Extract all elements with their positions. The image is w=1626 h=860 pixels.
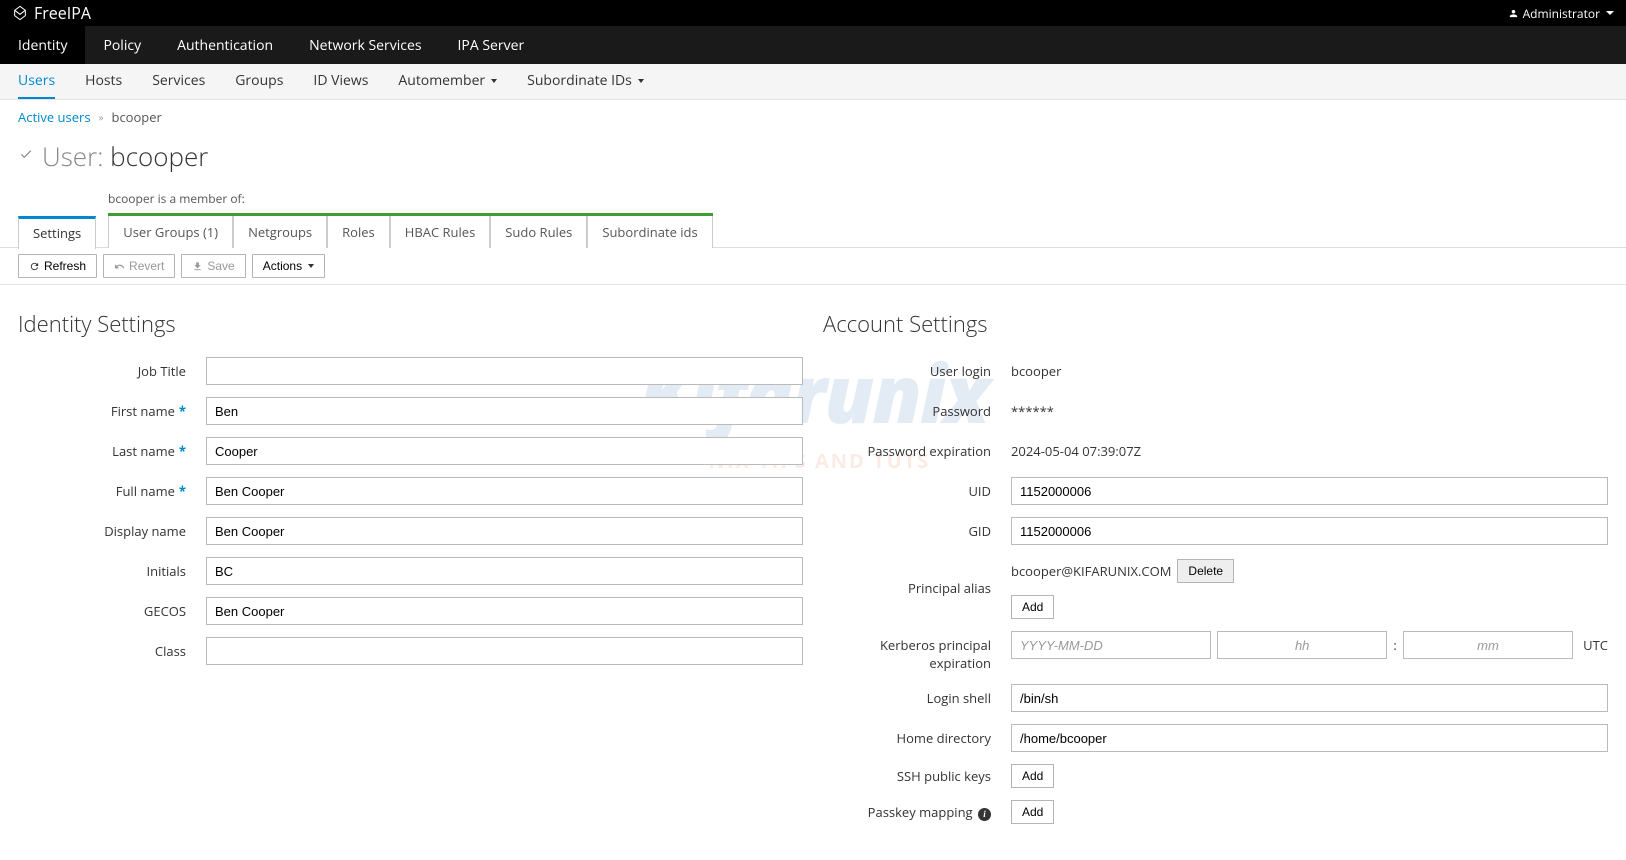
tab-subordinate-ids[interactable]: Subordinate ids bbox=[587, 216, 712, 248]
nav-policy[interactable]: Policy bbox=[85, 26, 159, 64]
subnav-subordinate-ids[interactable]: Subordinate IDs bbox=[527, 64, 644, 99]
utc-label: UTC bbox=[1583, 636, 1608, 654]
main-nav: Identity Policy Authentication Network S… bbox=[0, 26, 1626, 64]
principal-alias-value: bcooper@KIFARUNIX.COM bbox=[1011, 557, 1171, 585]
page-title: User: bcooper bbox=[0, 134, 1626, 188]
ssh-keys-label: SSH public keys bbox=[823, 767, 1011, 785]
subnav-services[interactable]: Services bbox=[152, 64, 205, 99]
account-settings-column: Account Settings User login bcooper Pass… bbox=[823, 309, 1608, 836]
kerberos-date-input[interactable] bbox=[1011, 631, 1211, 659]
breadcrumb-parent[interactable]: Active users bbox=[18, 108, 91, 126]
password-label: Password bbox=[823, 402, 1011, 420]
login-shell-input[interactable] bbox=[1011, 684, 1608, 712]
home-directory-label: Home directory bbox=[823, 729, 1011, 747]
user-icon bbox=[1508, 8, 1519, 19]
tab-netgroups[interactable]: Netgroups bbox=[233, 216, 327, 248]
full-name-input[interactable] bbox=[206, 477, 803, 505]
initials-label: Initials bbox=[18, 562, 206, 580]
subnav-users[interactable]: Users bbox=[18, 64, 55, 99]
password-expiration-value: 2024-05-04 07:39:07Z bbox=[1011, 437, 1608, 465]
login-shell-label: Login shell bbox=[823, 689, 1011, 707]
identity-settings-column: Identity Settings Job Title First name* … bbox=[18, 309, 803, 836]
delete-alias-button[interactable]: Delete bbox=[1177, 559, 1234, 583]
revert-icon bbox=[114, 261, 125, 272]
toolbar: Refresh Revert Save Actions bbox=[0, 247, 1626, 285]
gid-input[interactable] bbox=[1011, 517, 1608, 545]
add-ssh-key-button[interactable]: Add bbox=[1011, 764, 1054, 788]
add-alias-button[interactable]: Add bbox=[1011, 595, 1054, 619]
tab-user-groups[interactable]: User Groups (1) bbox=[108, 216, 233, 248]
refresh-icon bbox=[29, 261, 40, 272]
revert-button[interactable]: Revert bbox=[103, 254, 175, 278]
class-input[interactable] bbox=[206, 637, 803, 665]
tab-settings[interactable]: Settings bbox=[18, 216, 96, 249]
freeipa-icon bbox=[12, 5, 28, 21]
subnav-hosts[interactable]: Hosts bbox=[85, 64, 122, 99]
chevron-down-icon bbox=[308, 264, 314, 268]
display-name-input[interactable] bbox=[206, 517, 803, 545]
breadcrumb: Active users » bcooper bbox=[0, 100, 1626, 134]
home-directory-input[interactable] bbox=[1011, 724, 1608, 752]
kerberos-minute-input[interactable] bbox=[1403, 631, 1573, 659]
breadcrumb-current: bcooper bbox=[111, 108, 161, 126]
sub-nav: Users Hosts Services Groups ID Views Aut… bbox=[0, 64, 1626, 100]
first-name-input[interactable] bbox=[206, 397, 803, 425]
uid-input[interactable] bbox=[1011, 477, 1608, 505]
actions-button[interactable]: Actions bbox=[252, 254, 325, 278]
user-login-label: User login bbox=[823, 362, 1011, 380]
full-name-label: Full name* bbox=[18, 482, 206, 500]
job-title-input[interactable] bbox=[206, 357, 803, 385]
identity-settings-title: Identity Settings bbox=[18, 309, 803, 339]
password-value: ****** bbox=[1011, 397, 1608, 425]
tab-hbac-rules[interactable]: HBAC Rules bbox=[390, 216, 491, 248]
nav-ipa-server[interactable]: IPA Server bbox=[440, 26, 543, 64]
subnav-id-views[interactable]: ID Views bbox=[313, 64, 368, 99]
info-icon[interactable]: i bbox=[978, 808, 991, 821]
uid-label: UID bbox=[823, 482, 1011, 500]
breadcrumb-sep: » bbox=[99, 110, 104, 124]
user-menu[interactable]: Administrator bbox=[1508, 5, 1614, 22]
chevron-down-icon bbox=[491, 79, 497, 83]
job-title-label: Job Title bbox=[18, 362, 206, 380]
account-settings-title: Account Settings bbox=[823, 309, 1608, 339]
display-name-label: Display name bbox=[18, 522, 206, 540]
nav-authentication[interactable]: Authentication bbox=[159, 26, 291, 64]
brand-logo[interactable]: FreeIPA bbox=[12, 2, 91, 24]
last-name-input[interactable] bbox=[206, 437, 803, 465]
subnav-groups[interactable]: Groups bbox=[235, 64, 283, 99]
password-expiration-label: Password expiration bbox=[823, 442, 1011, 460]
last-name-label: Last name* bbox=[18, 442, 206, 460]
refresh-button[interactable]: Refresh bbox=[18, 254, 97, 278]
save-icon bbox=[192, 261, 203, 272]
tabs: Settings User Groups (1) Netgroups Roles… bbox=[18, 213, 1608, 248]
add-passkey-button[interactable]: Add bbox=[1011, 800, 1054, 824]
top-bar: FreeIPA Administrator bbox=[0, 0, 1626, 26]
class-label: Class bbox=[18, 642, 206, 660]
passkey-mapping-label: Passkey mapping i bbox=[823, 803, 1011, 821]
user-menu-label: Administrator bbox=[1523, 5, 1600, 22]
initials-input[interactable] bbox=[206, 557, 803, 585]
nav-network-services[interactable]: Network Services bbox=[291, 26, 439, 64]
check-icon bbox=[18, 147, 34, 165]
kerberos-hour-input[interactable] bbox=[1217, 631, 1387, 659]
member-label: bcooper is a member of: bbox=[18, 188, 1608, 213]
kerberos-expiration-label: Kerberos principal expiration bbox=[823, 631, 1011, 672]
nav-identity[interactable]: Identity bbox=[0, 26, 85, 64]
subnav-automember[interactable]: Automember bbox=[398, 64, 497, 99]
tab-sudo-rules[interactable]: Sudo Rules bbox=[490, 216, 587, 248]
gid-label: GID bbox=[823, 522, 1011, 540]
user-login-value: bcooper bbox=[1011, 357, 1608, 385]
chevron-down-icon bbox=[1606, 11, 1614, 15]
first-name-label: First name* bbox=[18, 402, 206, 420]
brand-label: FreeIPA bbox=[34, 2, 91, 24]
tab-roles[interactable]: Roles bbox=[327, 216, 390, 248]
chevron-down-icon bbox=[638, 79, 644, 83]
principal-alias-label: Principal alias bbox=[823, 579, 1011, 597]
save-button[interactable]: Save bbox=[181, 254, 245, 278]
gecos-input[interactable] bbox=[206, 597, 803, 625]
gecos-label: GECOS bbox=[18, 602, 206, 620]
